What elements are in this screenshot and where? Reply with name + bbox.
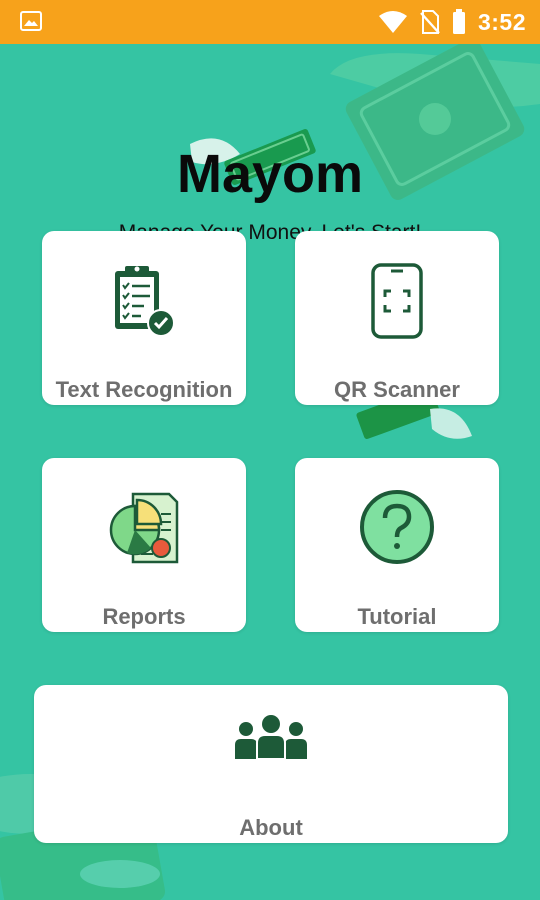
people-group-icon bbox=[235, 715, 307, 760]
report-chart-icon bbox=[109, 492, 179, 564]
question-icon bbox=[360, 490, 434, 564]
main-screen: Mayom Manage Your Money. Let's Start! Te… bbox=[0, 44, 540, 900]
wifi-icon bbox=[378, 11, 407, 33]
reports-button[interactable]: Reports bbox=[42, 458, 246, 632]
phone-scan-icon bbox=[371, 263, 423, 339]
tutorial-label: Tutorial bbox=[357, 604, 437, 629]
clipboard-check-icon bbox=[115, 266, 175, 337]
about-label: About bbox=[239, 815, 303, 840]
app-title: Mayom bbox=[176, 144, 364, 204]
text-recognition-button[interactable]: Text Recognition bbox=[42, 231, 246, 405]
qr-scanner-label: QR Scanner bbox=[334, 377, 460, 402]
status-bar: 3:52 bbox=[0, 0, 540, 44]
text-recognition-label: Text Recognition bbox=[55, 377, 233, 402]
no-sim-icon bbox=[420, 10, 440, 34]
image-icon bbox=[20, 11, 42, 31]
status-time: 3:52 bbox=[477, 8, 526, 35]
qr-scanner-button[interactable]: QR Scanner bbox=[295, 231, 499, 405]
battery-icon bbox=[452, 9, 465, 34]
reports-label: Reports bbox=[102, 604, 186, 629]
tutorial-button[interactable]: Tutorial bbox=[295, 458, 499, 632]
about-button[interactable]: About bbox=[34, 685, 508, 843]
